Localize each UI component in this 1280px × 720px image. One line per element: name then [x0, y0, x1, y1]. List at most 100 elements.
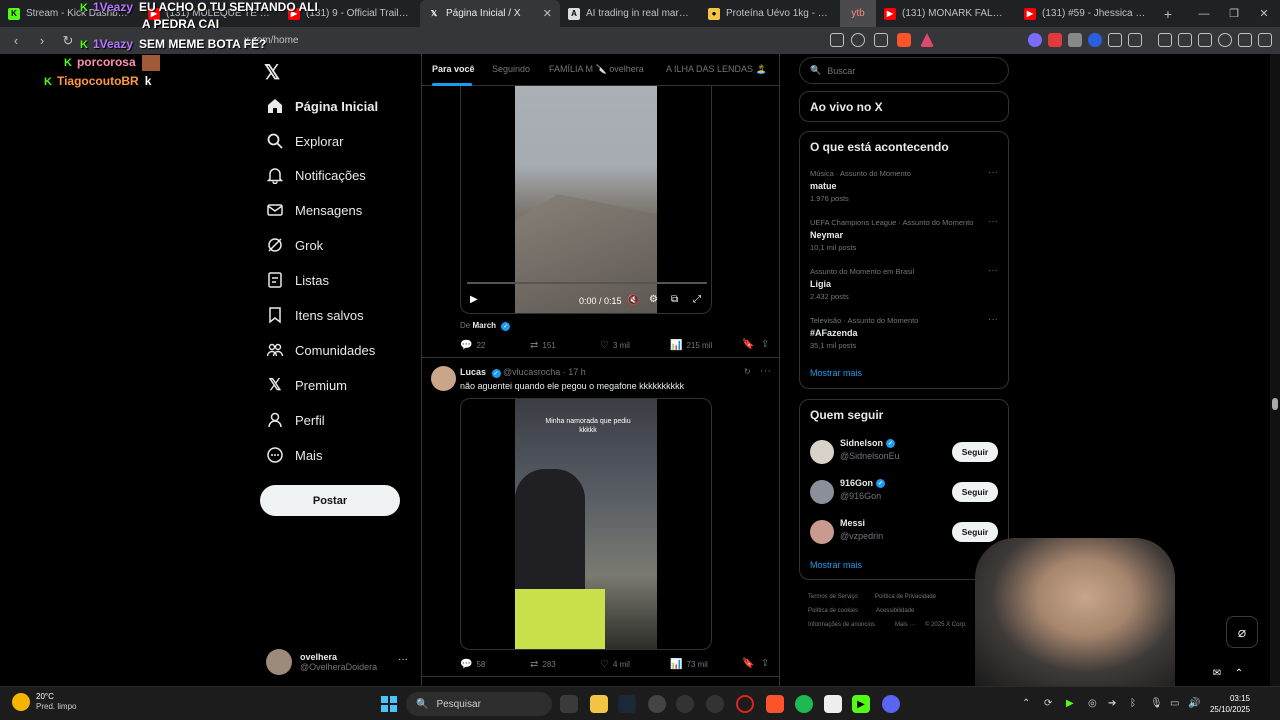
grok-explain-icon[interactable]: ↻: [744, 367, 751, 376]
steam-icon[interactable]: [618, 695, 636, 713]
footer-link[interactable]: Informações de anúncios: [808, 622, 875, 628]
avatar[interactable]: [810, 520, 834, 544]
retweet-button[interactable]: ⇄ 283: [530, 659, 556, 670]
brave-shield-icon[interactable]: [897, 33, 911, 47]
video-progress-bar[interactable]: [467, 282, 707, 284]
wallet-icon[interactable]: [1128, 33, 1142, 47]
nav-grok[interactable]: Grok: [266, 232, 323, 258]
minimize-button[interactable]: —: [1188, 0, 1220, 27]
more-dots-icon[interactable]: ···: [988, 216, 998, 227]
media-icon[interactable]: [1158, 33, 1172, 47]
window-close-button[interactable]: ✕: [1248, 0, 1280, 27]
back-button[interactable]: ‹: [6, 31, 26, 51]
tray-app-icon[interactable]: ⟳: [1044, 698, 1052, 709]
tray-kick-icon[interactable]: ▶: [1066, 698, 1074, 709]
nav-more[interactable]: Mais: [266, 442, 322, 468]
maximize-button[interactable]: ❐: [1218, 0, 1250, 27]
follow-name[interactable]: 916Gon ✓: [840, 478, 886, 488]
avatar[interactable]: [431, 366, 456, 391]
spotify-icon[interactable]: [795, 695, 813, 713]
tab-proteina[interactable]: ● Proteína Uévo 1kg - Sabor M: [700, 0, 840, 27]
microphone-icon[interactable]: 🎙: [1150, 698, 1163, 709]
scrollbar-thumb[interactable]: [1272, 398, 1278, 410]
video-player[interactable]: Minha namorada que pediu kkkkk: [460, 398, 712, 650]
brave-icon[interactable]: [766, 695, 784, 713]
fullscreen-icon[interactable]: ⤢: [693, 294, 701, 305]
footer-link[interactable]: Termos de Serviço: [808, 594, 858, 600]
tab-x-home[interactable]: 𝕏 Página Inicial / X ✕: [420, 0, 560, 27]
more-dots-icon[interactable]: ···: [988, 314, 998, 325]
footer-link[interactable]: Política de Privacidade: [875, 594, 936, 600]
opera-icon[interactable]: [736, 695, 754, 713]
nav-profile[interactable]: Perfil: [266, 407, 325, 433]
bluetooth-icon[interactable]: ᛒ: [1130, 698, 1136, 709]
post-button[interactable]: Postar: [260, 485, 400, 516]
extension-icon[interactable]: [1028, 33, 1042, 47]
tab-group-ytb[interactable]: ytb: [840, 0, 876, 27]
windows-start-icon[interactable]: [381, 696, 397, 712]
tab-for-you[interactable]: Para você: [432, 64, 475, 74]
author-handle[interactable]: @vlucasrocha · 17 h: [503, 367, 586, 377]
trend-name[interactable]: Ligia: [810, 279, 831, 289]
retweet-button[interactable]: ⇄ 151: [530, 340, 556, 351]
weather-widget[interactable]: 20°C Pred. limpo: [12, 692, 76, 712]
extensions-puzzle-icon[interactable]: [1108, 33, 1122, 47]
new-tab-button[interactable]: +: [1156, 6, 1180, 22]
tab-following[interactable]: Seguindo: [492, 64, 530, 74]
source-account[interactable]: March: [472, 321, 496, 330]
nav-home[interactable]: Página Inicial: [266, 93, 378, 119]
show-more-link[interactable]: Mostrar mais: [810, 368, 862, 378]
tab-monark[interactable]: ▶ (131) MONARK FALA SOBRE: [876, 0, 1016, 27]
account-switcher[interactable]: ovelhera @OvelheraDoidera ···: [266, 648, 412, 676]
taskbar-clock[interactable]: 03:15 25/10/2025: [1206, 693, 1250, 715]
trend-name[interactable]: #AFazenda: [810, 328, 858, 338]
follow-name[interactable]: Messi: [840, 518, 865, 528]
bookmark-button[interactable]: 🔖: [742, 339, 758, 350]
app-icon[interactable]: [706, 695, 724, 713]
author-name[interactable]: Lucas: [460, 367, 486, 377]
tab-list-familia[interactable]: FAMÍLIA M 🔪 ovelhera: [549, 64, 644, 75]
bookmark-button[interactable]: 🔖: [742, 658, 758, 669]
nav-premium[interactable]: 𝕏 Premium: [266, 372, 347, 398]
avatar[interactable]: [810, 480, 834, 504]
taskbar-search[interactable]: 🔍 Pesquisar: [406, 692, 552, 716]
leo-ai-icon[interactable]: [1218, 33, 1232, 47]
show-more-link[interactable]: Mostrar mais: [810, 560, 862, 570]
follow-button[interactable]: Seguir: [952, 522, 998, 542]
app-icon[interactable]: [676, 695, 694, 713]
avatar[interactable]: [810, 440, 834, 464]
share-button[interactable]: ⇪: [761, 658, 773, 669]
nav-notifications[interactable]: Notificações: [266, 162, 366, 188]
search-input[interactable]: 🔍 Buscar: [799, 57, 1009, 84]
tray-app-icon[interactable]: ➔: [1108, 698, 1116, 709]
document-icon[interactable]: [824, 695, 842, 713]
tab-jhessica[interactable]: ▶ (131) #59 - Jhessica Miranda: [1016, 0, 1156, 27]
pip-icon[interactable]: ⧉: [671, 294, 678, 305]
share-button[interactable]: ⇪: [761, 339, 773, 350]
network-icon[interactable]: ▭: [1170, 698, 1179, 709]
nav-explore[interactable]: Explorar: [266, 128, 343, 154]
footer-link[interactable]: Acessibilidade: [876, 608, 914, 614]
zoom-icon[interactable]: [851, 33, 865, 47]
video-player[interactable]: ▶ 0:00 / 0:15 🔇 ⚙ ⧉ ⤢: [460, 86, 712, 314]
file-explorer-icon[interactable]: [590, 695, 608, 713]
share-icon[interactable]: [874, 33, 888, 47]
more-dots-icon[interactable]: ···: [398, 654, 408, 665]
nav-messages[interactable]: Mensagens: [266, 197, 362, 223]
like-button[interactable]: ♡ 4 mil: [600, 659, 630, 670]
reload-button[interactable]: ↻: [58, 31, 78, 51]
grok-float-button[interactable]: ⌀: [1226, 616, 1258, 648]
more-dots-icon[interactable]: ···: [988, 265, 998, 276]
task-view-icon[interactable]: [560, 695, 578, 713]
more-dots-icon[interactable]: ···: [760, 365, 771, 377]
views-button[interactable]: 📊 73 mil: [670, 659, 708, 670]
tray-app-icon[interactable]: ◎: [1088, 698, 1097, 709]
tab-ai-trading[interactable]: A AI trading in real markets: [560, 0, 700, 27]
extension-icon[interactable]: [1068, 33, 1082, 47]
close-tab-icon[interactable]: ✕: [543, 7, 552, 20]
footer-link[interactable]: Política de cookies: [808, 608, 858, 614]
follow-name[interactable]: Sidnelson ✓: [840, 438, 896, 448]
trend-name[interactable]: Neymar: [810, 230, 843, 240]
menu-icon[interactable]: [1258, 33, 1272, 47]
follow-button[interactable]: Seguir: [952, 482, 998, 502]
